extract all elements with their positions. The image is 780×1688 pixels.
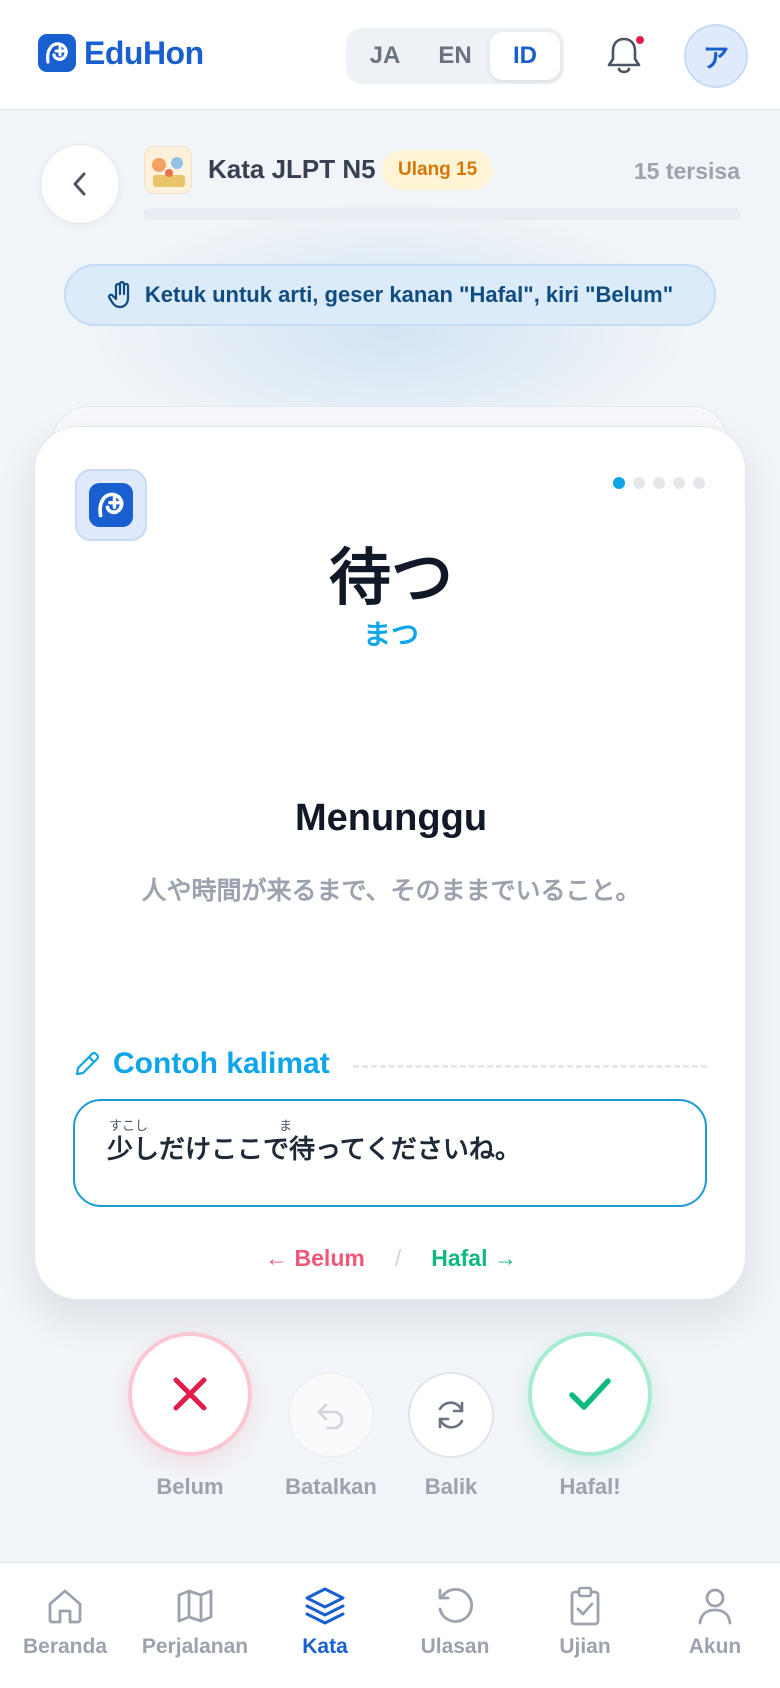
top-header: EduHon JA EN ID ア: [0, 0, 780, 110]
not-yet-button[interactable]: [128, 1332, 252, 1456]
flip-label: Balik: [424, 1474, 478, 1499]
page-dot: [613, 477, 625, 489]
memorized-button[interactable]: [528, 1332, 652, 1456]
not-yet-label: Belum: [156, 1474, 224, 1499]
logo-mark-icon: [38, 34, 76, 72]
lang-button-en[interactable]: EN: [420, 32, 490, 80]
remaining-count: 15 tersisa: [633, 158, 740, 184]
home-icon: [48, 1589, 82, 1624]
logo-mark-icon: [89, 483, 133, 527]
lang-button-id[interactable]: ID: [490, 32, 560, 80]
flashcard[interactable]: 待つ まつ Menunggu 人や時間が来るまで、そのままでいること。 Cont…: [34, 426, 746, 1300]
card-meaning: Menunggu: [294, 797, 488, 839]
layers-icon: [305, 1587, 345, 1625]
nav-item-ulasan[interactable]: Ulasan: [390, 1563, 520, 1688]
nav-label: Ulasan: [420, 1635, 490, 1658]
undo-label: Batalkan: [285, 1474, 377, 1499]
nav-item-ujian[interactable]: Ujian: [520, 1563, 650, 1688]
swipe-legend: ← Belum / Hafal →: [35, 1245, 747, 1272]
flip-button[interactable]: [408, 1372, 494, 1458]
chevron-left-icon: [73, 172, 86, 196]
app-logo[interactable]: EduHon: [38, 34, 204, 72]
page-dot: [693, 477, 705, 489]
user-icon: [698, 1588, 732, 1625]
undo-button[interactable]: [288, 1372, 374, 1458]
undo-icon: [317, 1403, 344, 1430]
deck-illustration-icon: [145, 147, 191, 193]
swipe-left-label: ← Belum: [265, 1245, 365, 1271]
review-count-badge: Ulang 15: [382, 150, 494, 190]
example-divider: [353, 1065, 707, 1068]
close-icon: [173, 1377, 207, 1411]
example-title: Contoh kalimat: [113, 1047, 330, 1080]
hint-text: Ketuk untuk arti, geser kanan "Hafal", k…: [144, 282, 674, 307]
card-page-dots: [613, 477, 705, 489]
notification-dot: [634, 34, 646, 46]
nav-label: Perjalanan: [141, 1635, 249, 1658]
deck-thumbnail: [144, 146, 192, 194]
card-definition: 人や時間が来るまで、そのままでいること。: [141, 876, 641, 905]
back-button[interactable]: [40, 144, 120, 224]
page-dot: [653, 477, 665, 489]
lang-button-ja[interactable]: JA: [350, 32, 420, 80]
example-header: Contoh kalimat: [73, 1047, 330, 1081]
gesture-hint: Ketuk untuk arti, geser kanan "Hafal", k…: [64, 264, 716, 326]
card-word: 待つ: [328, 541, 453, 614]
nav-item-perjalanan[interactable]: Perjalanan: [130, 1563, 260, 1688]
clipboard-check-icon: [570, 1586, 600, 1626]
bottom-navigation: Beranda Perjalanan Kata Ulasan Ujian Aku…: [0, 1562, 780, 1688]
page-dot: [673, 477, 685, 489]
deck-progress-bar: [144, 208, 740, 220]
hand-tap-icon: [107, 281, 129, 309]
history-icon: [438, 1588, 473, 1623]
card-reading: まつ: [362, 618, 419, 651]
avatar[interactable]: ア: [684, 24, 748, 88]
example-sentence-box: すこし ま 少しだけここで待ってくださいね。: [73, 1099, 707, 1207]
nav-label: Akun: [688, 1635, 742, 1658]
memorized-label: Hafal!: [559, 1474, 621, 1499]
pencil-icon: [75, 1051, 100, 1076]
nav-label: Beranda: [22, 1635, 108, 1658]
app-name: EduHon: [84, 34, 204, 71]
nav-label: Ujian: [559, 1635, 611, 1658]
language-switcher: JA EN ID: [346, 28, 564, 84]
refresh-icon: [438, 1401, 464, 1429]
map-icon: [177, 1589, 213, 1623]
nav-item-beranda[interactable]: Beranda: [0, 1563, 130, 1688]
check-icon: [569, 1378, 611, 1410]
page-dot: [633, 477, 645, 489]
example-sentence: 少しだけここで待ってくださいね。: [107, 1135, 521, 1165]
deck-title: Kata JLPT N5: [208, 154, 376, 184]
nav-item-kata[interactable]: Kata: [260, 1563, 390, 1688]
swipe-right-label: Hafal →: [431, 1245, 517, 1271]
swipe-separator: /: [394, 1245, 402, 1271]
nav-label: Kata: [302, 1635, 348, 1658]
nav-item-akun[interactable]: Akun: [650, 1563, 780, 1688]
